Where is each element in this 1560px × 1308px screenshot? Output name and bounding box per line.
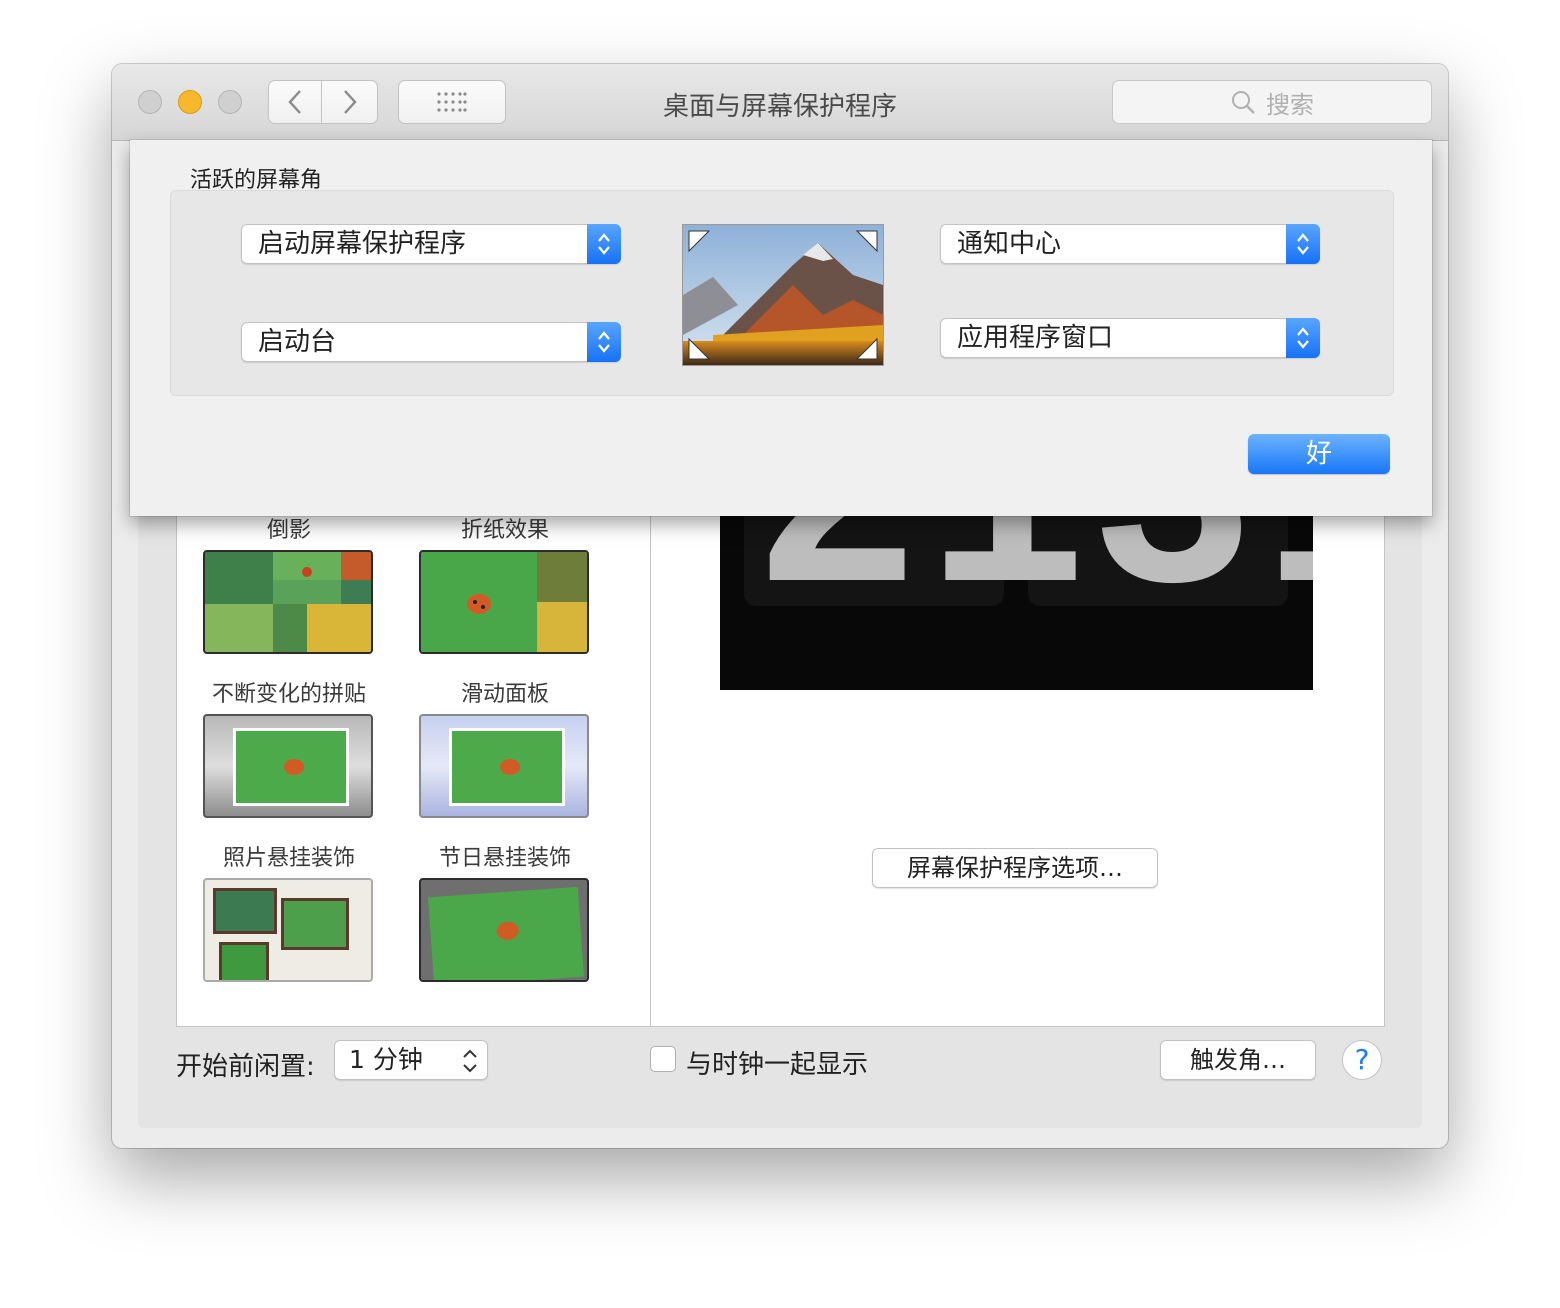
up-down-chevron-icon [598, 233, 610, 255]
screensaver-thumb-photo-wall[interactable] [203, 878, 373, 982]
idle-label: 开始前闲置: [176, 1052, 315, 1082]
top-left-corner-popup[interactable]: 启动屏幕保护程序 [241, 224, 621, 264]
up-down-chevron-icon [1297, 327, 1309, 349]
bottom-right-corner-popup[interactable]: 应用程序窗口 [940, 318, 1320, 358]
idle-time-select[interactable]: 1 分钟 [334, 1040, 488, 1080]
sliding-panels-image [421, 552, 587, 652]
top-right-corner-popup[interactable]: 通知中心 [940, 224, 1320, 264]
search-placeholder: 搜索 [1266, 90, 1314, 119]
hot-corners-sheet: 活跃的屏幕角 启动屏幕保护程序 启动台 通知中心 应用程序窗口 好 [130, 140, 1432, 516]
photo-frame [233, 728, 349, 806]
screensaver-list[interactable]: 倒影 折纸效果 不断变化的拼贴 滑动面板 照片悬挂装饰 节日悬挂装饰 [176, 464, 652, 1027]
search-field[interactable]: 搜索 [1112, 80, 1432, 124]
ok-button[interactable]: 好 [1248, 434, 1390, 474]
screensaver-thumb-sliding-panels[interactable] [419, 550, 589, 654]
screensaver-label: 倒影 [266, 518, 311, 543]
top-right-corner-value: 通知中心 [957, 229, 1062, 259]
screensaver-thumb-shifting-tiles[interactable] [203, 550, 373, 654]
bottom-left-corner-value: 启动台 [258, 327, 337, 357]
titlebar: 桌面与屏幕保护程序 搜索 [112, 64, 1448, 141]
screensaver-label: 滑动面板 [460, 682, 549, 707]
bottom-bar: 开始前闲置: 1 分钟 与时钟一起显示 触发角… ? [112, 1040, 1448, 1100]
high-sierra-wallpaper [683, 225, 883, 365]
idle-time-value: 1 分钟 [349, 1045, 423, 1074]
screensaver-thumb-ken-burns[interactable] [419, 878, 589, 982]
screensaver-thumb-holiday-mobile[interactable] [419, 714, 589, 818]
screensaver-label: 节日悬挂装饰 [438, 846, 571, 871]
screensaver-thumb-vintage-prints[interactable] [203, 714, 373, 818]
up-down-chevron-icon [463, 1049, 477, 1073]
hot-corners-group: 启动屏幕保护程序 启动台 通知中心 应用程序窗口 [170, 190, 1394, 396]
bottom-right-corner-value: 应用程序窗口 [957, 323, 1114, 353]
screensaver-label: 照片悬挂装饰 [222, 846, 355, 871]
hot-corners-button[interactable]: 触发角… [1160, 1040, 1316, 1080]
tiles-image [205, 552, 371, 652]
screensaver-label: 不断变化的拼贴 [211, 682, 366, 707]
help-button[interactable]: ? [1342, 1040, 1382, 1080]
up-down-chevron-icon [1297, 233, 1309, 255]
screensaver-label: 折纸效果 [460, 518, 549, 543]
show-with-clock-checkbox[interactable] [650, 1046, 676, 1072]
screensaver-options-button[interactable]: 屏幕保护程序选项… [872, 848, 1158, 888]
top-left-corner-value: 启动屏幕保护程序 [258, 229, 467, 259]
desktop-preview-image [682, 224, 884, 366]
bottom-left-corner-popup[interactable]: 启动台 [241, 322, 621, 362]
photo-frame [449, 728, 565, 806]
search-icon [1232, 91, 1255, 114]
preview-pane: 2131 屏幕保护程序选项… [650, 464, 1385, 1027]
show-with-clock-label: 与时钟一起显示 [686, 1050, 869, 1080]
up-down-chevron-icon [598, 331, 610, 353]
